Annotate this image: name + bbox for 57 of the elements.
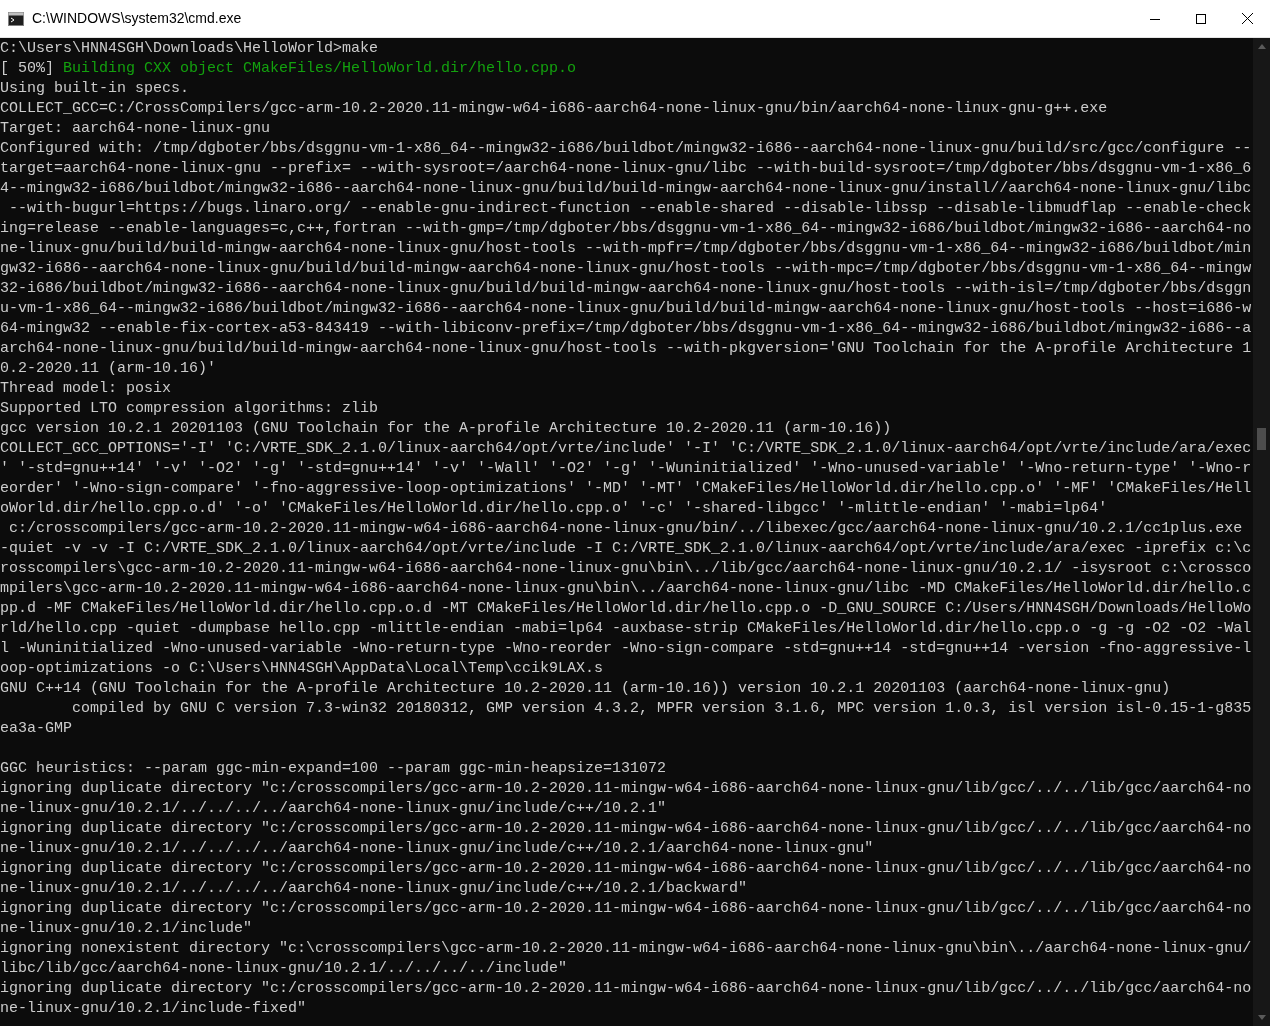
terminal-line: gcc version 10.2.1 20201103 (GNU Toolchain for the A-profile Architecture 10.2-2020.11 (arm-10.16)) — [0, 419, 893, 439]
terminal-line: ne-linux-gnu/10.2.1/../../../../aarch64-none-linux-gnu/include/c++/10.2.1" — [0, 799, 668, 819]
terminal-line: target=aarch64-none-linux-gnu --prefix= --with-sysroot=/aarch64-none-linux-gnu/libc --with-build-sysroot=/tmp/dgboter/bbs/dsggnu-vm-1-x86_6 — [0, 159, 1253, 179]
terminal-line: ' '-std=gnu++14' '-v' '-O2' '-g' '-std=gnu++14' '-v' '-Wall' '-O2' '-g' '-Wuninitialized' '-Wno-unused-variable' '-Wno-return-type' '-Wno-r — [0, 459, 1253, 479]
terminal-line: GNU C++14 (GNU Toolchain for the A-profile Architecture 10.2-2020.11 (arm-10.16)) version 10.2.1 20201103 (aarch64-none-linux-gnu) — [0, 679, 1172, 699]
terminal-line: ne-linux-gnu/build/build-mingw-aarch64-none-linux-gnu/host-tools --with-mpfr=/tmp/dgboter/bbs/dsggnu-vm-1-x86_64--mingw32-i686/buildbot/min — [0, 239, 1253, 259]
terminal-line: mpilers\gcc-arm-10.2-2020.11-mingw-w64-i686-aarch64-none-linux-gnu\bin\../aarch64-none-linux-gnu/libc -MD CMakeFiles/HelloWorld.dir/hello.c — [0, 579, 1253, 599]
terminal-line: GGC heuristics: --param ggc-min-expand=100 --param ggc-min-heapsize=131072 — [0, 759, 668, 779]
terminal-line: compiled by GNU C version 7.3-win32 20180312, GMP version 4.3.2, MPFR version 3.1.6, MPC version 1.0.3, isl version isl-0.15-1-g835 — [71, 699, 1253, 719]
terminal-line: libc/lib/gcc/aarch64-none-linux-gnu/10.2.1/../../../../include" — [0, 959, 569, 979]
scroll-down-icon[interactable] — [1257, 1015, 1266, 1020]
terminal-line: ea3a-GMP — [0, 719, 73, 739]
terminal-line: ne-linux-gnu/10.2.1/../../../../aarch64-none-linux-gnu/include/c++/10.2.1/backward" — [0, 879, 749, 899]
terminal-line: ignoring duplicate directory "c:/crosscompilers/gcc-arm-10.2-2020.11-mingw-w64-i686-aarch64-none-linux-gnu/lib/gcc/../../lib/gcc/aarch64-no — [0, 899, 1253, 919]
terminal-line: ignoring duplicate directory "c:/crosscompilers/gcc-arm-10.2-2020.11-mingw-w64-i686-aarch64-none-linux-gnu/lib/gcc/../../lib/gcc/aarch64-no — [0, 779, 1253, 799]
scrollbar[interactable] — [1253, 38, 1270, 1026]
terminal-line: --with-bugurl=https://bugs.linaro.org/ --enable-gnu-indirect-function --enable-shared --disable-libssp --disable-libmudflap --enable-check — [8, 199, 1253, 219]
window-title: C:\WINDOWS\system32\cmd.exe — [32, 9, 242, 28]
terminal-line: 4--mingw32-i686/buildbot/mingw32-i686--aarch64-none-linux-gnu/build/build-mingw-aarch64-none-linux-gnu/install//aarch64-none-linux-gnu/libc — [0, 179, 1253, 199]
terminal-line: ne-linux-gnu/10.2.1/include" — [0, 919, 254, 939]
terminal-line: C:\Users\HNN4SGH\Downloads\HelloWorld>make — [0, 39, 380, 59]
terminal-line: ne-linux-gnu/10.2.1/../../../../aarch64-none-linux-gnu/include/c++/10.2.1/aarch64-none-linux-gnu" — [0, 839, 875, 859]
terminal-line: 64-mingw32 --enable-fix-cortex-a53-843419 --with-libiconv-prefix=/tmp/dgboter/bbs/dsggnu-vm-1-x86_64--mingw32-i686/buildbot/mingw32-i686--a — [0, 319, 1253, 339]
terminal-line: Target: aarch64-none-linux-gnu — [0, 119, 272, 139]
terminal-line: ne-linux-gnu/10.2.1/include-fixed" — [0, 999, 308, 1019]
terminal-line: ignoring duplicate directory "c:/crosscompilers/gcc-arm-10.2-2020.11-mingw-w64-i686-aarch64-none-linux-gnu/lib/gcc/../../lib/gcc/aarch64-no — [0, 859, 1253, 879]
terminal-line: pp.d -MF CMakeFiles/HelloWorld.dir/hello.cpp.o.d -MT CMakeFiles/HelloWorld.dir/hello.cpp.o -D_GNU_SOURCE C:/Users/HNN4SGH/Downloads/HelloWo — [0, 599, 1253, 619]
terminal-line: 0.2-2020.11 (arm-10.16)' — [0, 359, 218, 379]
scroll-up-icon[interactable] — [1257, 44, 1266, 49]
terminal-line: eorder' '-Wno-sign-compare' '-fno-aggressive-loop-optimizations' '-MD' '-MT' 'CMakeFiles/HelloWorld.dir/hello.cpp.o' '-MF' 'CMakeFiles/Hell — [0, 479, 1253, 499]
terminal-line: ignoring duplicate directory "c:/crosscompilers/gcc-arm-10.2-2020.11-mingw-w64-i686-aarch64-none-linux-gnu/lib/gcc/../../lib/gcc/aarch64-no — [0, 819, 1253, 839]
maximize-icon — [1196, 13, 1206, 24]
console-icon — [8, 11, 24, 26]
terminal-line: u-vm-1-x86_64--mingw32-i686/buildbot/mingw32-i686--aarch64-none-linux-gnu/build/build-mingw-aarch64-none-linux-gnu/host-tools --host=i686-w — [0, 299, 1253, 319]
build-message: Building CXX object CMakeFiles/HelloWorld.dir/hello.cpp.o — [63, 60, 577, 77]
terminal-line: l -Wuninitialized -Wno-unused-variable -Wno-return-type -Wno-reorder -Wno-sign-compare -std=gnu++14 -std=gnu++14 -version -fno-aggressive-l — [0, 639, 1253, 659]
terminal-line: Configured with: /tmp/dgboter/bbs/dsggnu-vm-1-x86_64--mingw32-i686/buildbot/mingw32-i686--aarch64-none-linux-gnu/build/src/gcc/configure -- — [0, 139, 1253, 159]
terminal-line: COLLECT_GCC_OPTIONS='-I' 'C:/VRTE_SDK_2.1.0/linux-aarch64/opt/vrte/include' '-I' 'C:/VRTE_SDK_2.1.0/linux-aarch64/opt/vrte/include/ara/exec — [0, 439, 1253, 459]
terminal-line: Thread model: posix — [0, 379, 173, 399]
close-icon — [1241, 13, 1253, 24]
terminal-line: ignoring duplicate directory "c:/crosscompilers/gcc-arm-10.2-2020.11-mingw-w64-i686-aarch64-none-linux-gnu/lib/gcc/../../lib/gcc/aarch64-no — [0, 979, 1253, 999]
scrollbar-thumb[interactable] — [1257, 428, 1266, 450]
terminal-line: arch64-none-linux-gnu/build/build-mingw-aarch64-none-linux-gnu/host-tools --with-pkgversion='GNU Toolchain for the A-profile Architecture 1 — [0, 339, 1253, 359]
terminal-line: Using built-in specs. — [0, 79, 191, 99]
terminal-line: c:/crosscompilers/gcc-arm-10.2-2020.11-mingw-w64-i686-aarch64-none-linux-gnu/bin/../libexec/gcc/aarch64-none-linux-gnu/10.2.1/cc1plus.exe — [8, 519, 1244, 539]
terminal-line: ing=release --enable-languages=c,c++,fortran --with-gmp=/tmp/dgboter/bbs/dsggnu-vm-1-x86_64--mingw32-i686/buildbot/mingw32-i686--aarch64-no — [0, 219, 1253, 239]
terminal-line: gw32-i686--aarch64-none-linux-gnu/build/build-mingw-aarch64-none-linux-gnu/host-tools --with-mpc=/tmp/dgboter/bbs/dsggnu-vm-1-x86_64--mingw — [0, 259, 1253, 279]
terminal-line: ignoring nonexistent directory "c:\crosscompilers\gcc-arm-10.2-2020.11-mingw-w64-i686-aarch64-none-linux-gnu\bin\../aarch64-none-linux-gnu/ — [0, 939, 1253, 959]
terminal-line: oWorld.dir/hello.cpp.o.d' '-o' 'CMakeFiles/HelloWorld.dir/hello.cpp.o' '-c' '-shared-libgcc' '-mlittle-endian' '-mabi=lp64' — [0, 499, 1109, 519]
terminal-line: rld/hello.cpp -quiet -dumpbase hello.cpp -mlittle-endian -mabi=lp64 -auxbase-strip CMakeFiles/HelloWorld.dir/hello.cpp.o -g -g -O2 -O2 -Wal — [0, 619, 1253, 639]
terminal-line: rosscompilers\gcc-arm-10.2-2020.11-mingw-w64-i686-aarch64-none-linux-gnu\bin\../lib/gcc/aarch64-none-linux-gnu/10.2.1/ -isysroot c:\crossco — [0, 559, 1253, 579]
terminal-line: -quiet -v -v -I C:/VRTE_SDK_2.1.0/linux-aarch64/opt/vrte/include -I C:/VRTE_SDK_2.1.0/linux-aarch64/opt/vrte/include/ara/exec -iprefix c:\c — [0, 539, 1253, 559]
terminal-line: oop-optimizations -o C:\Users\HNN4SGH\AppData\Local\Temp\ccik9LAX.s — [0, 659, 605, 679]
terminal-line: 32-i686/buildbot/mingw32-i686--aarch64-none-linux-gnu/build/build-mingw-aarch64-none-linux-gnu/host-tools --with-isl=/tmp/dgboter/bbs/dsggn — [0, 279, 1253, 299]
progress-percent: [ 50%] — [0, 60, 54, 77]
terminal-line: Supported LTO compression algorithms: zlib — [0, 399, 380, 419]
terminal-line: COLLECT_GCC=C:/CrossCompilers/gcc-arm-10.2-2020.11-mingw-w64-i686-aarch64-none-linux-gnu/bin/aarch64-none-linux-gnu-g++.exe — [0, 99, 1109, 119]
